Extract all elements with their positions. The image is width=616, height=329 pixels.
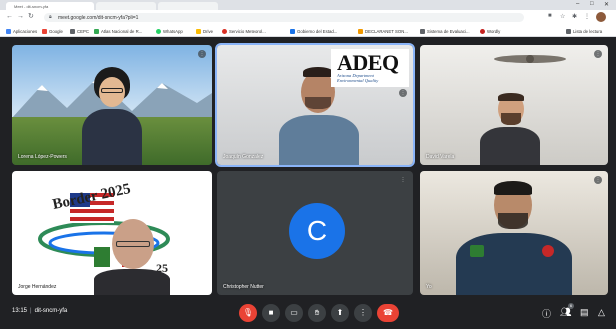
more-options-button[interactable]: ⋮	[354, 304, 372, 322]
participant-tile[interactable]: C ⋮ Christopher Nutter	[217, 171, 413, 295]
present-screen-icon: ⬆	[336, 308, 344, 317]
reload-icon[interactable]: ↻	[28, 13, 34, 21]
bookmark-item[interactable]: Google	[42, 28, 63, 35]
participant-name: Yo	[426, 284, 432, 290]
bookmark-item[interactable]: CEPC	[70, 28, 89, 35]
whatsapp-icon	[156, 29, 161, 34]
lock-icon: 🔒︎	[49, 14, 52, 20]
participant-name: Christopher Nutter	[223, 284, 264, 290]
star-icon[interactable]: ☆	[560, 13, 565, 20]
captions-button[interactable]: ▭	[285, 304, 303, 322]
participant-avatar: C	[289, 203, 345, 259]
bookmark-item[interactable]: Wordly	[480, 28, 500, 35]
leave-call-button[interactable]: ☎︎	[377, 304, 399, 322]
participant-tile-active-speaker[interactable]: ADEQ Arizona Department Environmental Qu…	[215, 43, 415, 167]
participant-video	[480, 93, 540, 165]
more-options-icon[interactable]: ⋮	[594, 176, 602, 184]
bookmark-icon	[420, 29, 425, 34]
more-vert-icon: ⋮	[359, 308, 367, 317]
globe-icon	[94, 29, 99, 34]
participant-name: Jorge Hernández	[18, 284, 57, 290]
participant-video	[94, 219, 170, 295]
bookmark-icon	[358, 29, 363, 34]
camera-icon: ■	[268, 308, 274, 317]
ceiling-fan	[494, 55, 566, 63]
tab-title: Meet - dit-sncm-yfa	[14, 4, 49, 9]
meeting-controls-bar: 13:15 | dit-sncm-yfa 🎙︎ ■ ▭ ✋︎ ⬆ ⋮ ☎︎ ⓘ 👥︎…	[0, 297, 616, 329]
maximize-icon[interactable]: □	[590, 1, 594, 7]
bookmark-icon	[290, 29, 295, 34]
more-options-icon[interactable]: ⋮	[399, 176, 407, 184]
participant-count-badge: 6	[568, 303, 574, 309]
apps-icon	[6, 29, 11, 34]
meeting-info: 13:15 | dit-sncm-yfa	[12, 308, 68, 314]
camera-button[interactable]: ■	[262, 304, 280, 322]
camera-permission-icon[interactable]: ■	[548, 13, 552, 19]
mic-off-button[interactable]: 🎙︎	[239, 304, 257, 322]
bookmark-icon	[480, 29, 485, 34]
meeting-time: 13:15	[12, 308, 28, 314]
bookmark-item[interactable]: Atlas Nacional de R...	[94, 28, 142, 35]
participant-video	[82, 67, 142, 165]
meeting-code: dit-sncm-yfa	[34, 308, 68, 314]
participant-name: Lorena López-Powers	[18, 154, 67, 160]
back-icon[interactable]: ←	[6, 13, 13, 21]
participant-tile[interactable]: ⋮ David Varela	[420, 45, 608, 165]
drive-icon	[196, 29, 201, 34]
profile-avatar[interactable]	[596, 12, 606, 22]
minimize-icon[interactable]: –	[576, 1, 579, 7]
browser-tab-meet[interactable]: Meet - dit-sncm-yfa	[6, 2, 94, 10]
url-text: meet.google.com/dit-sncm-yfa?pli=1	[58, 14, 139, 21]
bookmark-item[interactable]: WhatsApp	[156, 28, 183, 35]
weather-icon	[222, 29, 227, 34]
participant-tile-self[interactable]: ⋮ Yo	[420, 171, 608, 295]
hand-icon: ✋︎	[314, 308, 320, 317]
address-bar[interactable]: 🔒︎ meet.google.com/dit-sncm-yfa?pli=1	[44, 13, 524, 22]
google-icon	[42, 29, 47, 34]
adeq-logo-line: Environmental Quality	[337, 78, 379, 83]
bookmark-item[interactable]: Aplicaciones	[6, 28, 37, 35]
participant-video	[456, 181, 572, 295]
hang-up-icon: ☎︎	[383, 308, 393, 317]
reading-list[interactable]: Lista de lectura	[566, 28, 602, 35]
more-options-icon[interactable]: ⋮	[594, 50, 602, 58]
captions-icon: ▭	[290, 308, 298, 317]
reading-list-icon	[566, 29, 571, 34]
adeq-logo: ADEQ Arizona Department Environmental Qu…	[331, 49, 409, 87]
close-window-icon[interactable]: ✕	[604, 1, 609, 8]
more-options-icon[interactable]: ⋮	[198, 50, 206, 58]
bookmark-item[interactable]: Drive	[196, 28, 213, 35]
tab-strip: Meet - dit-sncm-yfa – □ ✕	[0, 0, 616, 10]
meeting-details-icon[interactable]: ⓘ	[542, 307, 551, 320]
present-button[interactable]: ⬆	[331, 304, 349, 322]
bookmark-icon	[70, 29, 75, 34]
bookmarks-bar: Aplicaciones Google CEPC Atlas Nacional …	[0, 25, 616, 37]
meet-stage: ⋮ Lorena López-Powers ADEQ Arizona Depar…	[0, 37, 616, 329]
bookmark-item[interactable]: Sistema de Evaluaci...	[420, 28, 470, 35]
more-options-icon[interactable]: ⋮	[399, 89, 407, 97]
browser-toolbar: ← → ↻ 🔒︎ meet.google.com/dit-sncm-yfa?pl…	[0, 10, 616, 25]
participant-tile[interactable]: ⋮ Lorena López-Powers	[12, 45, 212, 165]
raise-hand-button[interactable]: ✋︎	[308, 304, 326, 322]
bookmark-item[interactable]: Gobierno del Estad...	[290, 28, 337, 35]
extensions-icon[interactable]: ✱	[572, 13, 577, 20]
bookmark-item[interactable]: DECLARANET SON...	[358, 28, 408, 35]
activities-icon[interactable]: △	[598, 307, 605, 318]
chat-icon[interactable]: ▤	[580, 307, 589, 318]
bookmark-item[interactable]: Servicio Meteorol...	[222, 28, 266, 35]
browser-tab[interactable]	[96, 2, 156, 10]
participant-name: Joaquín Gonzalez	[223, 154, 264, 160]
forward-icon[interactable]: →	[17, 13, 24, 21]
mic-off-icon: 🎙︎	[242, 308, 254, 317]
browser-tab[interactable]	[158, 2, 218, 10]
participant-tile[interactable]: Border 2025 25 Jorge Hernández	[12, 171, 212, 295]
menu-icon[interactable]: ⋮	[584, 13, 590, 20]
participant-name: David Varela	[426, 154, 455, 160]
